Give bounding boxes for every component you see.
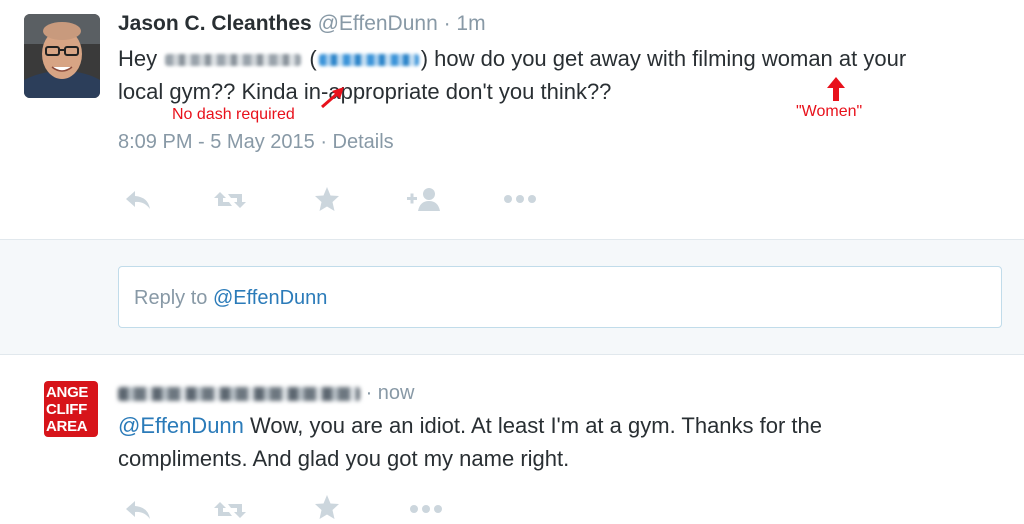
author-name[interactable]: Jason C. Cleanthes @EffenDunn · 1m: [118, 12, 486, 36]
avatar[interactable]: [24, 14, 100, 98]
retweet-icon: [214, 192, 246, 208]
retweet-action[interactable]: [212, 186, 248, 214]
favorite-action[interactable]: [312, 492, 342, 522]
mention-link[interactable]: @EffenDunn: [118, 413, 244, 438]
retweet-icon: [214, 502, 246, 518]
tweet-text: Wow, you are an idiot. At least I'm at a…: [243, 413, 823, 438]
favorite-action[interactable]: [312, 184, 342, 214]
author-display-name[interactable]: Jason C. Cleanthes: [118, 12, 312, 35]
more-icon: [410, 505, 442, 513]
avatar-text-line: AREA: [46, 418, 88, 435]
avatar-text-line: CLIFF: [46, 401, 87, 418]
follow-icon: [407, 188, 440, 211]
annotation-no-dash: No dash required: [172, 106, 295, 123]
tweet-time[interactable]: · 1m: [444, 12, 486, 35]
divider: [0, 354, 1024, 355]
redacted-name: [165, 54, 302, 67]
redacted-author-name: [118, 386, 360, 401]
redacted-handle: [318, 54, 419, 67]
tweet-time[interactable]: · now: [366, 382, 415, 404]
tweet-text-line-2: compliments. And glad you got my name ri…: [118, 446, 570, 471]
more-icon: [504, 195, 536, 203]
author-name[interactable]: · now: [118, 382, 414, 405]
reply-prefix: Reply to: [134, 287, 213, 309]
arrow-up-right-icon: [321, 87, 344, 109]
avatar-text-line: ANGE: [46, 384, 89, 401]
tweet-text-mid: ) how do you get away with filming woman…: [420, 46, 907, 71]
tweet-text-line2-post: -appropriate don't you think??: [321, 79, 612, 104]
reply-icon: [126, 191, 150, 209]
arrow-up-icon: [827, 77, 845, 101]
more-action[interactable]: [406, 498, 446, 520]
tweet-timestamp[interactable]: 8:09 PM - 5 May 2015 · Details: [118, 131, 394, 154]
tweet-text-line2-pre: local gym?? Kinda in: [118, 79, 322, 104]
avatar[interactable]: ANGE CLIFF AREA: [44, 381, 98, 437]
tweet-text-line-2: local gym?? Kinda in-appropriate don't y…: [118, 79, 611, 105]
tweet-text-hey: Hey: [118, 46, 158, 71]
reply-icon: [126, 501, 150, 519]
annotation-women: "Women": [796, 103, 863, 120]
author-handle[interactable]: @EffenDunn: [318, 12, 438, 35]
reply-action[interactable]: [122, 496, 154, 524]
star-icon: [315, 187, 339, 211]
star-icon: [315, 495, 339, 519]
retweet-action[interactable]: [212, 496, 248, 524]
tweet-text-line-1: Hey ( ) how do you get away with filming …: [118, 46, 906, 72]
tweet-text-line-1: @EffenDunn Wow, you are an idiot. At lea…: [118, 413, 822, 439]
more-action[interactable]: [500, 188, 540, 210]
reply-action[interactable]: [122, 186, 154, 214]
follow-action[interactable]: [406, 184, 444, 214]
reply-mention: @EffenDunn: [212, 287, 328, 309]
tweet-text-paren: (: [309, 46, 317, 71]
reply-placeholder[interactable]: Reply to @EffenDunn: [134, 287, 327, 310]
